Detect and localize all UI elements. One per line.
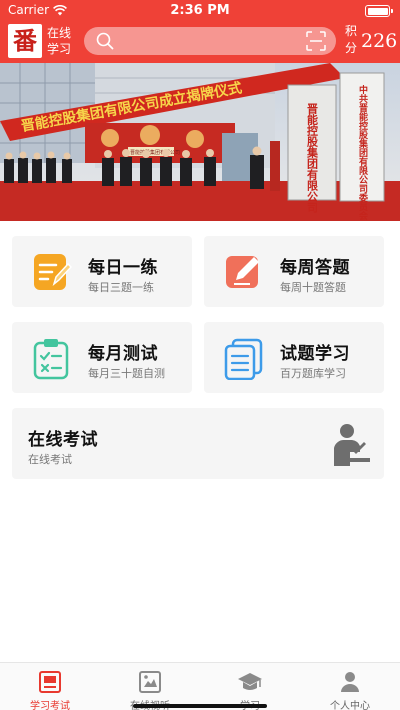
tab-study[interactable]: 学习 xyxy=(200,663,300,710)
card-title: 每周答题 xyxy=(280,258,350,278)
tab-online-video[interactable]: 在线视听 xyxy=(100,663,200,710)
app-name: 在线学习 xyxy=(47,26,72,56)
battery-icon xyxy=(365,5,393,17)
edit-square-icon xyxy=(226,256,259,288)
tab-label: 个人中心 xyxy=(330,701,370,710)
search-bar[interactable] xyxy=(84,27,336,55)
card-subtitle: 每周十题答题 xyxy=(280,281,346,294)
person-icon xyxy=(341,672,359,692)
home-indicator xyxy=(133,704,267,708)
card-monthly-test[interactable]: 每月测试 每月三十题自测 xyxy=(12,322,192,393)
card-subtitle: 在线考试 xyxy=(28,453,72,466)
banner-plaque-right: 中共晋能控股集团有限公司委员会 xyxy=(357,84,369,221)
card-title: 每日一练 xyxy=(88,258,158,278)
card-subtitle: 每日三题一练 xyxy=(88,281,154,294)
points-value[interactable]: 226 xyxy=(361,30,397,52)
video-icon xyxy=(139,671,161,693)
points-label: 积分 xyxy=(345,24,358,55)
document-list-icon xyxy=(224,338,263,380)
card-subtitle: 百万题库学习 xyxy=(280,367,346,380)
card-title: 在线考试 xyxy=(28,430,98,450)
banner-carousel[interactable]: 晋能控股集团有限公司成立揭牌仪式 晋能控股集团有限公司 晋能控股集团有限公司 中… xyxy=(0,63,400,221)
banner-small-sign: 晋能控股集团有限公司 xyxy=(130,149,180,156)
card-title: 试题学习 xyxy=(280,344,350,364)
app-logo: 番 xyxy=(8,24,42,58)
study-exam-icon xyxy=(39,671,61,693)
card-weekly-quiz[interactable]: 每周答题 每周十题答题 xyxy=(204,236,384,307)
tab-label: 学习考试 xyxy=(30,701,70,710)
card-title: 每月测试 xyxy=(88,344,158,364)
card-question-bank[interactable]: 试题学习 百万题库学习 xyxy=(204,322,384,393)
search-icon xyxy=(96,32,114,50)
clipboard-check-icon xyxy=(33,339,69,380)
status-bar: Carrier 2:36 PM xyxy=(0,0,400,22)
logo-glyph: 番 xyxy=(13,26,37,55)
pencil-note-icon xyxy=(34,254,72,290)
card-online-exam[interactable]: 在线考试 在线考试 xyxy=(12,408,384,479)
bottom-tab-bar: 学习考试 在线视听 学习 个人中心 xyxy=(0,662,400,710)
tab-profile[interactable]: 个人中心 xyxy=(300,663,400,710)
clock: 2:36 PM xyxy=(170,3,230,18)
card-daily-practice[interactable]: 每日一练 每日三题一练 xyxy=(12,236,192,307)
banner-plaque-left: 晋能控股集团有限公司 xyxy=(306,103,320,214)
card-subtitle: 每月三十题自测 xyxy=(88,367,165,380)
exam-person-icon xyxy=(334,424,370,466)
app-header: Carrier 2:36 PM 番 在线学习 积分 226 xyxy=(0,0,400,63)
graduation-cap-icon xyxy=(238,673,262,690)
tab-study-exam[interactable]: 学习考试 xyxy=(0,663,100,710)
banner-image: 晋能控股集团有限公司成立揭牌仪式 晋能控股集团有限公司 晋能控股集团有限公司 中… xyxy=(0,63,400,221)
scan-icon[interactable] xyxy=(306,31,326,51)
